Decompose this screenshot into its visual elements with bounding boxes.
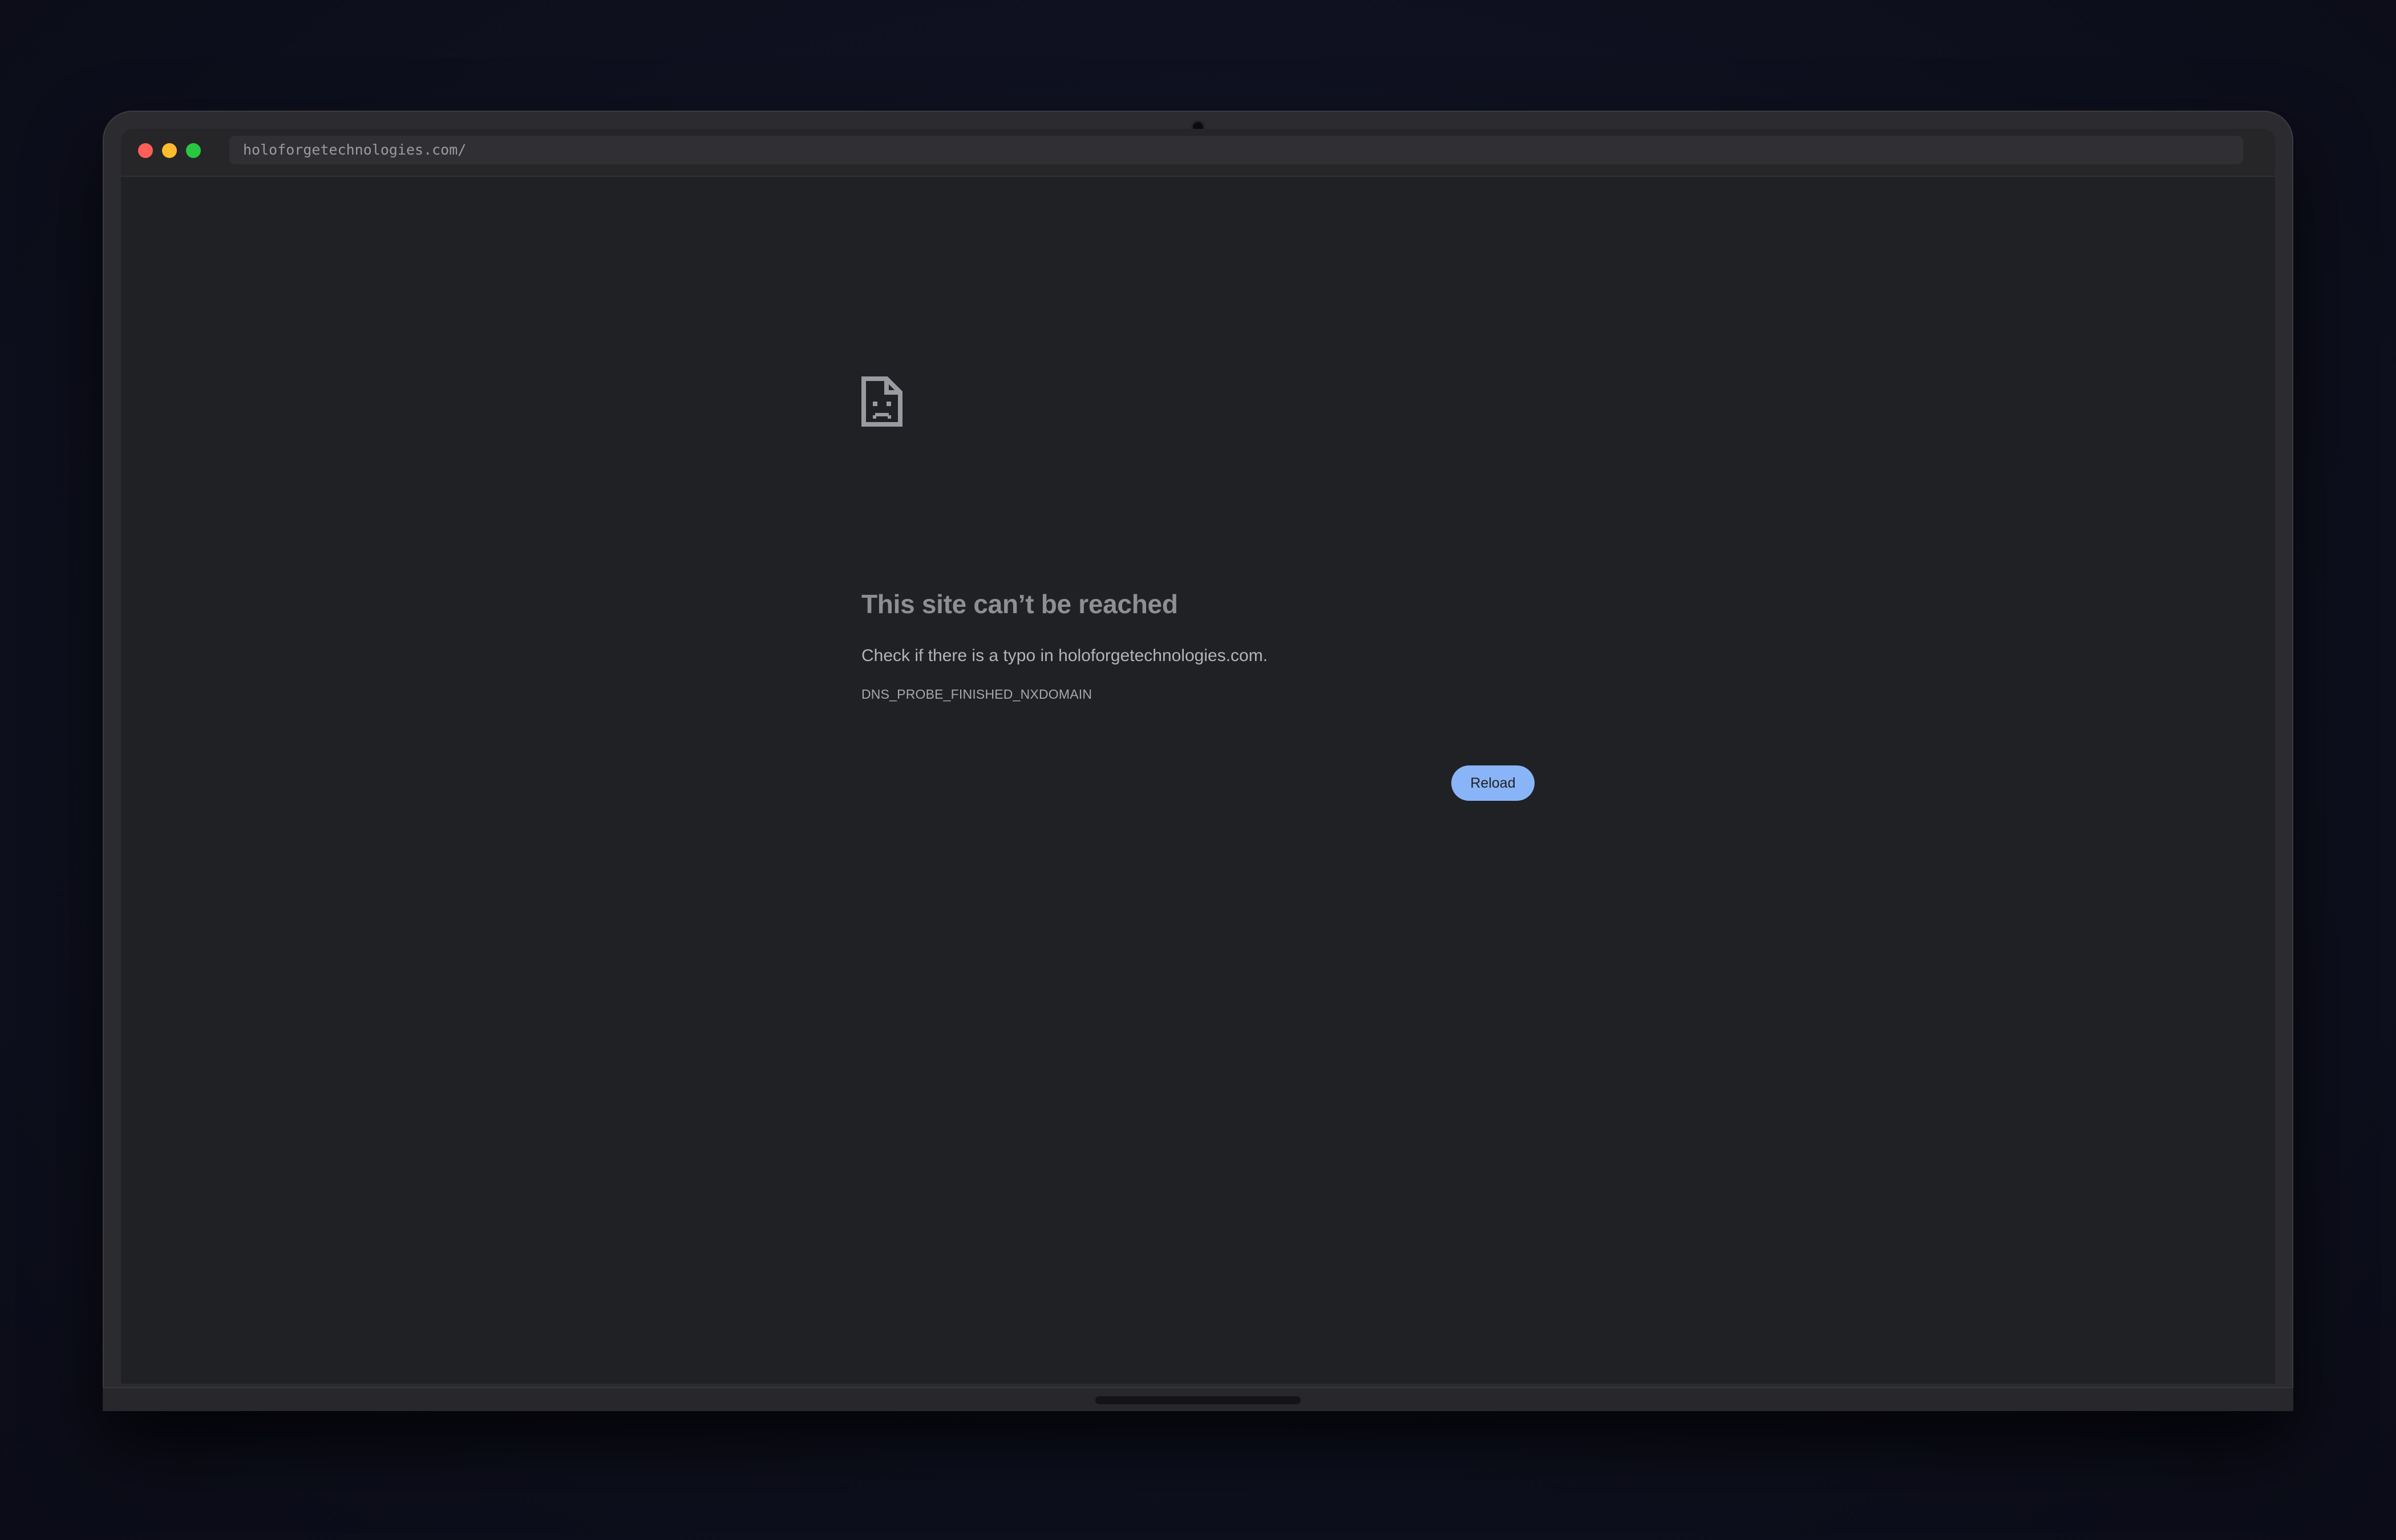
close-window-button[interactable] xyxy=(138,143,153,158)
error-message: Check if there is a typo in holoforgetec… xyxy=(861,646,1268,665)
error-code: DNS_PROBE_FINISHED_NXDOMAIN xyxy=(861,687,1092,702)
minimize-window-button[interactable] xyxy=(162,143,177,158)
laptop-base xyxy=(103,1387,2293,1411)
laptop-notch xyxy=(1095,1396,1301,1404)
address-bar[interactable]: holoforgetechnologies.com/ xyxy=(229,136,2243,164)
laptop-frame: holoforgetechnologies.com/ This site can… xyxy=(103,111,2293,1411)
browser-window: holoforgetechnologies.com/ This site can… xyxy=(121,129,2275,1384)
browser-toolbar: holoforgetechnologies.com/ xyxy=(121,129,2275,177)
sad-file-icon xyxy=(861,376,902,427)
error-page: This site can’t be reached Check if ther… xyxy=(121,177,2275,1384)
maximize-window-button[interactable] xyxy=(186,143,201,158)
page-title: This site can’t be reached xyxy=(861,589,1178,619)
reload-button[interactable]: Reload xyxy=(1451,765,1535,801)
